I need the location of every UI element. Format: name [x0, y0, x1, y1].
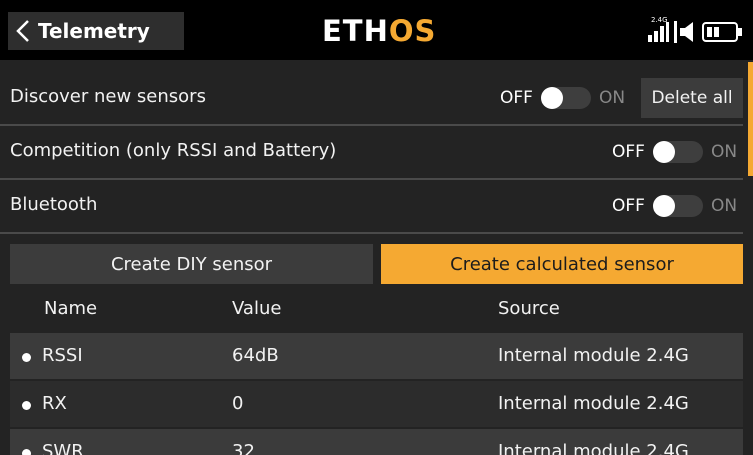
column-header-source: Source [498, 298, 560, 319]
sensor-source: Internal module 2.4G [498, 393, 689, 414]
sensor-source: Internal module 2.4G [498, 345, 689, 366]
column-header-name: Name [44, 298, 98, 319]
status-icons: 2.4G [642, 16, 746, 44]
signal-strength-icon [648, 22, 669, 42]
bluetooth-toggle[interactable]: OFF ON [612, 180, 737, 232]
table-row[interactable]: RSSI 64dB Internal module 2.4G [10, 333, 743, 379]
header-bar: Telemetry ETHOS 2.4G [0, 0, 753, 60]
sensor-source: Internal module 2.4G [498, 441, 689, 455]
toggle-switch[interactable] [652, 141, 703, 163]
toggle-switch[interactable] [652, 195, 703, 217]
sensor-name: RSSI [42, 345, 83, 366]
bullet-icon [22, 401, 31, 410]
create-diy-sensor-button[interactable]: Create DIY sensor [10, 244, 373, 284]
discover-sensors-row: Discover new sensors OFF ON [0, 72, 743, 126]
sensor-value: 0 [232, 393, 244, 414]
page-title: Telemetry [38, 19, 150, 43]
telemetry-screen: Telemetry ETHOS 2.4G Discover new sensor… [0, 0, 753, 455]
chevron-left-icon [8, 19, 38, 43]
bullet-icon [22, 353, 31, 362]
sensor-value: 32 [232, 441, 255, 455]
table-row[interactable]: RX 0 Internal module 2.4G [10, 381, 743, 427]
competition-toggle[interactable]: OFF ON [612, 126, 737, 178]
bullet-icon [22, 449, 31, 455]
ethos-logo: ETHOS [322, 14, 437, 48]
discover-sensors-toggle[interactable]: OFF ON [500, 72, 625, 124]
setting-label: Discover new sensors [10, 86, 206, 107]
sensor-name: RX [42, 393, 67, 414]
toggle-switch[interactable] [540, 87, 591, 109]
table-row[interactable]: SWR 32 Internal module 2.4G [10, 429, 743, 455]
bluetooth-row: Bluetooth OFF ON [0, 180, 743, 234]
sensor-name: SWR [42, 441, 84, 455]
back-button[interactable]: Telemetry [8, 12, 184, 50]
battery-icon [702, 22, 742, 42]
create-calculated-sensor-button[interactable]: Create calculated sensor [381, 244, 743, 284]
speaker-icon [674, 21, 693, 43]
delete-all-button[interactable]: Delete all [641, 78, 743, 118]
setting-label: Competition (only RSSI and Battery) [10, 140, 337, 161]
column-header-value: Value [232, 298, 282, 319]
competition-row: Competition (only RSSI and Battery) OFF … [0, 126, 743, 180]
setting-label: Bluetooth [10, 194, 98, 215]
sensor-value: 64dB [232, 345, 279, 366]
scrollbar[interactable] [748, 62, 753, 176]
